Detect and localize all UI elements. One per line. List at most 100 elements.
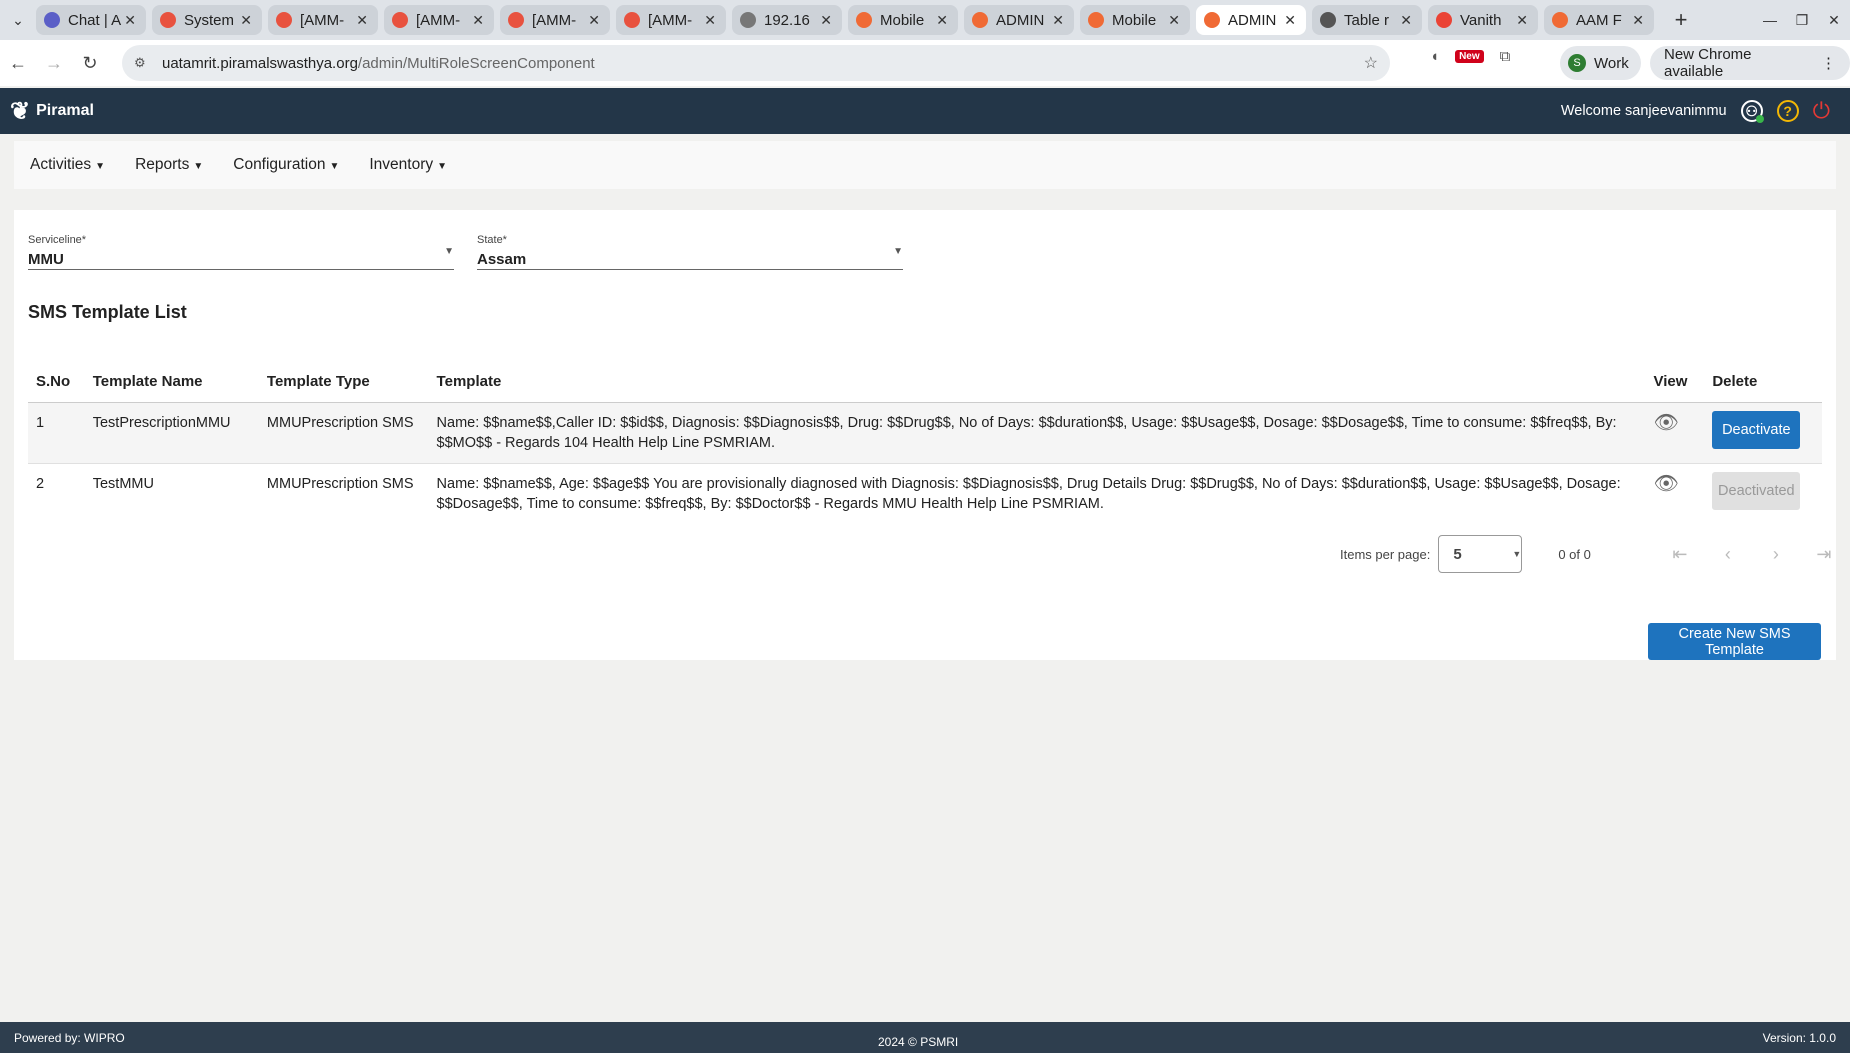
profile-avatar: S [1568, 54, 1586, 72]
version: Version: 1.0.0 [1762, 1031, 1836, 1045]
window-controls: — ❐ ✕ [1754, 0, 1850, 40]
tab-label: AAM F [1576, 11, 1622, 29]
browser-tab[interactable]: [AMM- ✕ [500, 5, 610, 35]
menu-inventory[interactable]: Inventory ▼ [369, 156, 447, 174]
tab-favicon-icon [740, 12, 756, 28]
browser-tab[interactable]: Table r ✕ [1312, 5, 1422, 35]
view-eye-icon[interactable]: 👁 [1654, 473, 1679, 495]
deactivate-button[interactable]: Deactivate [1712, 410, 1801, 449]
cell-template: Name: $$name$$, Age: $$age$$ You are pro… [436, 475, 1621, 512]
tab-close-icon[interactable]: ✕ [1052, 12, 1064, 29]
new-tab-button[interactable]: + [1666, 5, 1696, 35]
new-badge[interactable]: New [1455, 50, 1484, 63]
url-host: uatamrit.piramalswasthya.org [162, 54, 358, 72]
browser-tab[interactable]: ADMIN ✕ [1196, 5, 1306, 35]
main-menu: Activities ▼ Reports ▼ Configuration ▼ Inve… [14, 141, 1836, 189]
menu-reports[interactable]: Reports ▼ [135, 156, 203, 174]
caret-down-icon: ▼ [193, 161, 204, 172]
state-select[interactable]: State* Assam ▼ [477, 224, 903, 270]
dropdown-arrow-icon: ▼ [444, 246, 454, 257]
view-eye-icon[interactable]: 👁 [1654, 412, 1679, 434]
forward-icon[interactable]: → [36, 53, 72, 74]
items-per-page-select[interactable]: 5 ▼ [1438, 535, 1523, 573]
update-label: New Chrome available [1664, 46, 1752, 80]
tab-close-icon[interactable]: ✕ [1516, 12, 1528, 29]
chrome-update-button[interactable]: New Chrome available ⋮ [1650, 46, 1850, 80]
browser-tab[interactable]: AAM F ✕ [1544, 5, 1654, 35]
tab-close-icon[interactable]: ✕ [820, 12, 832, 29]
browser-tab[interactable]: 192.16 ✕ [732, 5, 842, 35]
tab-close-icon[interactable]: ✕ [704, 12, 716, 29]
user-profile-icon[interactable]: ⚇ [1740, 100, 1764, 123]
col-view: View [1645, 362, 1705, 403]
next-page-icon[interactable]: › [1767, 544, 1785, 565]
tab-label: Chat | A [68, 11, 122, 29]
state-label: State* [477, 234, 507, 246]
cell-template: Name: $$name$$,Caller ID: $$id$$, Diagno… [428, 402, 1646, 464]
tab-close-icon[interactable]: ✕ [356, 12, 368, 29]
browser-tab[interactable]: Vanith ✕ [1428, 5, 1538, 35]
create-sms-template-button[interactable]: Create New SMS Template [1648, 623, 1821, 660]
tab-close-icon[interactable]: ✕ [936, 12, 948, 29]
items-per-page-value: 5 [1453, 545, 1462, 563]
first-page-icon[interactable]: ⇤ [1671, 544, 1689, 565]
extension-icon[interactable]: ◖ [1430, 48, 1439, 65]
tab-label: [AMM- [648, 11, 693, 29]
restore-icon[interactable]: ❐ [1786, 12, 1818, 29]
copyright-icon: © [908, 1035, 917, 1049]
tab-close-icon[interactable]: ✕ [1400, 12, 1412, 29]
page-range: 0 of 0 [1558, 546, 1591, 562]
back-icon[interactable]: ← [0, 53, 36, 74]
reload-icon[interactable]: ↻ [72, 53, 108, 74]
app-header: ❦ Piramal Welcome sanjeevanimmu ⚇ ? ⏻ [0, 88, 1850, 134]
browser-tab[interactable]: [AMM- ✕ [616, 5, 726, 35]
tab-label: Mobile [880, 11, 925, 29]
browser-tab-strip: ⌄ Chat | A ✕ System ✕ [AMM- ✕ [AMM- ✕ [AMM- ✕ [AMM… [0, 0, 1850, 40]
browser-toolbar: ← → ↻ ⚙ uatamrit.piramalswasthya.org/adm… [0, 40, 1850, 86]
browser-tab[interactable]: ADMIN ✕ [964, 5, 1074, 35]
menu-activities[interactable]: Activities ▼ [30, 156, 105, 174]
serviceline-label: Serviceline* [28, 234, 87, 246]
browser-tab[interactable]: System ✕ [152, 5, 262, 35]
extensions-puzzle-icon[interactable]: ⧉ [1500, 48, 1511, 65]
profile-button[interactable]: S Work [1560, 46, 1641, 80]
tab-close-icon[interactable]: ✕ [472, 12, 484, 29]
browser-tab[interactable]: Mobile ✕ [1080, 5, 1190, 35]
minimize-icon[interactable]: — [1754, 12, 1786, 28]
tab-search-chevron-icon[interactable]: ⌄ [0, 12, 36, 29]
browser-tab[interactable]: Chat | A ✕ [36, 5, 146, 35]
footer: Powered by: WIPRO 2024 © PSMRI Version: … [0, 1022, 1850, 1053]
last-page-icon[interactable]: ⇥ [1815, 544, 1833, 565]
close-window-icon[interactable]: ✕ [1818, 12, 1850, 29]
deactivated-button: Deactivated [1712, 471, 1801, 510]
menu-label: Reports [135, 156, 190, 173]
site-info-icon[interactable]: ⚙ [134, 55, 152, 71]
tab-favicon-icon [1204, 12, 1220, 28]
cell-delete: Deactivated [1704, 463, 1822, 524]
browser-tab[interactable]: Mobile ✕ [848, 5, 958, 35]
col-delete: Delete [1704, 362, 1822, 403]
browser-tab[interactable]: [AMM- ✕ [384, 5, 494, 35]
tab-close-icon[interactable]: ✕ [124, 12, 136, 29]
prev-page-icon[interactable]: ‹ [1719, 544, 1737, 565]
browser-tab[interactable]: [AMM- ✕ [268, 5, 378, 35]
tab-close-icon[interactable]: ✕ [240, 12, 252, 29]
more-menu-icon[interactable]: ⋮ [1821, 54, 1836, 72]
tab-label: Vanith [1460, 11, 1502, 29]
tab-close-icon[interactable]: ✕ [1168, 12, 1180, 29]
tab-close-icon[interactable]: ✕ [1632, 12, 1644, 29]
serviceline-select[interactable]: Serviceline* MMU ▼ [28, 224, 454, 270]
cell-view: 👁 [1646, 463, 1705, 524]
online-status-dot [1755, 115, 1764, 123]
page-title: SMS Template List [28, 302, 187, 322]
logout-power-icon[interactable]: ⏻ [1813, 98, 1830, 124]
tab-close-icon[interactable]: ✕ [1284, 12, 1296, 29]
cell-template-name: TestMMU [92, 475, 154, 492]
menu-configuration[interactable]: Configuration ▼ [233, 156, 339, 174]
bookmark-star-icon[interactable]: ☆ [1364, 53, 1378, 73]
tab-close-icon[interactable]: ✕ [588, 12, 600, 29]
help-icon[interactable]: ? [1776, 100, 1799, 122]
brand[interactable]: ❦ Piramal [10, 97, 94, 126]
serviceline-value: MMU [28, 251, 64, 268]
address-bar[interactable]: ⚙ uatamrit.piramalswasthya.org/admin/Mul… [122, 45, 1390, 81]
